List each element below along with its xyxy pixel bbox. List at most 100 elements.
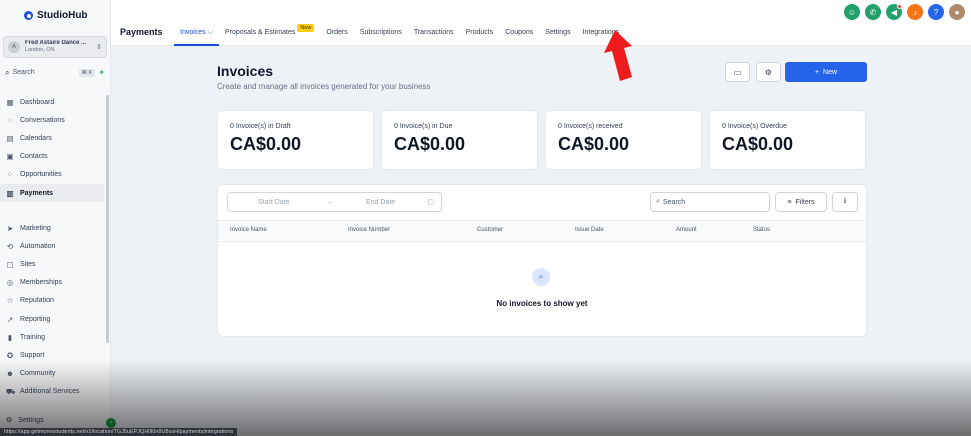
search-shortcut: ⌘ K [78, 68, 96, 77]
red-arrow-annotation [604, 30, 632, 81]
support-agent-icon[interactable]: ☺ [844, 4, 860, 20]
help-icon[interactable]: ? [928, 4, 944, 20]
end-date-field[interactable]: End Date [366, 199, 395, 206]
tab-label: Coupons [505, 29, 534, 36]
start-date-field[interactable]: Start Date [258, 199, 290, 206]
user-avatar[interactable]: ● [949, 4, 965, 20]
sidebar-item-label: Automation [20, 242, 56, 250]
sidebar-item-community[interactable]: ☻ Community [0, 365, 104, 383]
stat-value: CA$0.00 [230, 134, 302, 154]
sidebar-item-contacts[interactable]: ▣ Contacts [0, 148, 104, 166]
empty-search-icon: ⌕ [532, 268, 550, 286]
comment-icon: ▭ [733, 67, 742, 77]
app-name: StudioHub [37, 10, 88, 21]
logo-icon [24, 11, 33, 20]
feedback-button[interactable]: ▭ [725, 62, 750, 82]
download-icon: ⭳ [843, 196, 847, 205]
support-icon: ✪ [6, 350, 14, 360]
community-icon: ☻ [6, 369, 14, 379]
tab-label: Settings [545, 29, 571, 36]
sidebar-item-label: Contacts [20, 153, 48, 161]
search-placeholder: Search [662, 198, 686, 206]
new-invoice-button[interactable]: + New [785, 62, 867, 82]
sidebar: StudioHub A Fred Astaire Dance ... Londo… [0, 0, 116, 436]
bell-icon[interactable]: ♪ [907, 4, 923, 20]
stat-label: 0 Invoice(s) Overdue [722, 123, 787, 130]
column-header[interactable]: Invoice Number [348, 227, 390, 233]
tab-invoices[interactable]: Invoices ⌵ [174, 24, 219, 46]
phone-icon[interactable]: ✆ [865, 4, 881, 20]
filters-button[interactable]: ≡ Filters [775, 192, 827, 212]
account-switcher[interactable]: A Fred Astaire Dance ... London, ON ⇕ [3, 36, 107, 58]
sidebar-item-support[interactable]: ✪ Support [0, 346, 104, 364]
sidebar-item-marketing[interactable]: ➤ Marketing [0, 219, 104, 237]
payments-tabs: Invoices ⌵ Proposals & EstimatesNew Orde… [174, 24, 625, 46]
calendar-icon: ▢ [427, 199, 434, 206]
bottom-shade-overlay [0, 360, 971, 436]
memberships-icon: ◎ [6, 278, 14, 288]
tab-label: Transactions [413, 29, 454, 36]
gear-icon: ⚙ [6, 417, 13, 424]
download-button[interactable]: ⭳ [832, 192, 858, 212]
sidebar-item-reputation[interactable]: ☆ Reputation [0, 292, 104, 310]
sidebar-item-additional-services[interactable]: ⛟ Additional Services [0, 383, 104, 401]
column-header[interactable]: Customer [477, 227, 503, 233]
column-header[interactable]: Amount [676, 227, 697, 233]
new-button-label: New [823, 68, 838, 76]
column-header[interactable]: Issue Date [575, 227, 604, 233]
sidebar-item-label: Memberships [20, 279, 63, 287]
sidebar-item-settings[interactable]: ⚙ Settings [6, 416, 44, 425]
tab-products[interactable]: Products [460, 24, 500, 46]
sidebar-item-label: Opportunities [20, 171, 62, 179]
ai-sparkle-icon[interactable]: ✦ [98, 68, 105, 77]
sidebar-item-label: Reputation [20, 297, 54, 305]
top-icon-group: ☺ ✆ ◀ ♪ ? ● [844, 4, 965, 20]
notification-dot [897, 4, 902, 9]
gear-icon: ⚙ [764, 67, 773, 77]
tab-coupons[interactable]: Coupons [499, 24, 539, 46]
empty-state-text: No invoices to show yet [496, 299, 588, 308]
sidebar-item-training[interactable]: ▮ Training [0, 328, 104, 346]
invoice-search-input[interactable]: ⌕ Search [650, 192, 770, 212]
account-location: London, ON [25, 47, 55, 53]
stat-card-overdue: 0 Invoice(s) Overdue CA$0.00 [709, 110, 866, 170]
sidebar-item-memberships[interactable]: ◎ Memberships [0, 274, 104, 292]
sidebar-item-payments[interactable]: ▥ Payments [0, 183, 104, 203]
tab-settings[interactable]: Settings [539, 24, 576, 46]
sidebar-item-opportunities[interactable]: ⁘ Opportunities [0, 166, 104, 184]
sidebar-item-sites[interactable]: ▢ Sites [0, 255, 104, 273]
date-range-picker[interactable]: Start Date → End Date ▢ [227, 192, 442, 212]
tab-proposals-estimates[interactable]: Proposals & EstimatesNew [219, 24, 320, 46]
stat-card-draft: 0 Invoice(s) in Draft CA$0.00 [217, 110, 374, 170]
app-logo[interactable]: StudioHub [24, 10, 88, 21]
marketing-icon: ➤ [6, 223, 14, 233]
sidebar-item-label: Reporting [20, 315, 51, 323]
sidebar-item-reporting[interactable]: ↗ Reporting [0, 310, 104, 328]
collapse-sidebar-button[interactable]: ‹ [106, 418, 116, 428]
stat-card-received: 0 Invoice(s) received CA$0.00 [545, 110, 702, 170]
page-title: Invoices [217, 63, 274, 79]
tab-orders[interactable]: Orders [320, 24, 353, 46]
tab-label: Invoices ⌵ [180, 29, 213, 36]
stat-value: CA$0.00 [558, 134, 630, 154]
sidebar-item-dashboard[interactable]: ▦ Dashboard [0, 93, 104, 111]
megaphone-icon[interactable]: ◀ [886, 4, 902, 20]
tab-transactions[interactable]: Transactions [408, 24, 460, 46]
tab-subscriptions[interactable]: Subscriptions [354, 24, 408, 46]
sidebar-item-automation[interactable]: ⟲ Automation [0, 237, 104, 255]
sidebar-scrollbar[interactable] [106, 95, 109, 343]
sidebar-item-calendars[interactable]: ▤ Calendars [0, 129, 104, 147]
column-header[interactable]: Status [753, 227, 770, 233]
sidebar-item-label: Support [20, 351, 45, 359]
section-title: Payments [120, 27, 163, 37]
settings-button[interactable]: ⚙ [756, 62, 781, 82]
plus-icon: + [814, 68, 820, 76]
stat-label: 0 Invoice(s) in Draft [230, 123, 291, 130]
column-header[interactable]: Invoice Name [230, 227, 267, 233]
sidebar-item-conversations[interactable]: ◌ Conversations [0, 111, 104, 129]
reporting-icon: ↗ [6, 314, 14, 324]
stat-value: CA$0.00 [722, 134, 794, 154]
sidebar-search[interactable]: ⌕ Search ⌘ K ✦ [3, 66, 107, 79]
filters-label: Filters [795, 198, 815, 206]
automation-icon: ⟲ [6, 241, 14, 251]
